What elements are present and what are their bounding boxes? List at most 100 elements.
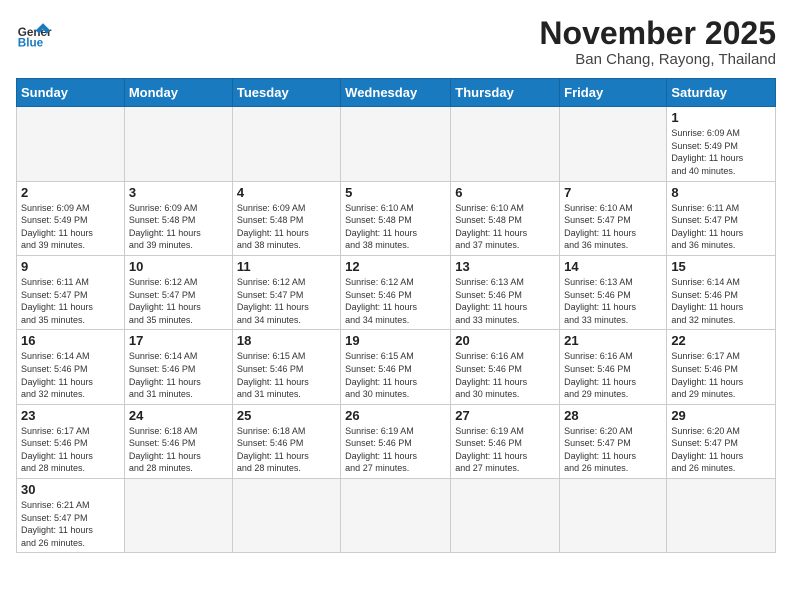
calendar-cell: 2 Sunrise: 6:09 AMSunset: 5:49 PMDaylight… bbox=[17, 181, 125, 255]
day-info: Sunrise: 6:18 AMSunset: 5:46 PMDaylight:… bbox=[129, 425, 228, 475]
day-info: Sunrise: 6:15 AMSunset: 5:46 PMDaylight:… bbox=[237, 350, 336, 400]
calendar-cell: 17 Sunrise: 6:14 AMSunset: 5:46 PMDayligh… bbox=[124, 330, 232, 404]
day-info: Sunrise: 6:13 AMSunset: 5:46 PMDaylight:… bbox=[564, 276, 662, 326]
svg-text:Blue: Blue bbox=[18, 37, 44, 50]
calendar-cell: 15Sunrise: 6:14 AMSunset: 5:46 PMDayligh… bbox=[667, 255, 776, 329]
weekday-header-sunday: Sunday bbox=[17, 79, 125, 107]
calendar-cell: 1 Sunrise: 6:09 AMSunset: 5:49 PMDaylight… bbox=[667, 107, 776, 181]
day-number: 4 bbox=[237, 185, 336, 200]
calendar-cell bbox=[667, 479, 776, 553]
calendar-cell: 14 Sunrise: 6:13 AMSunset: 5:46 PMDayligh… bbox=[560, 255, 667, 329]
weekday-header-row: SundayMondayTuesdayWednesdayThursdayFrid… bbox=[17, 79, 776, 107]
weekday-header-friday: Friday bbox=[560, 79, 667, 107]
calendar-cell: 25 Sunrise: 6:18 AMSunset: 5:46 PMDayligh… bbox=[232, 404, 340, 478]
calendar-cell bbox=[232, 479, 340, 553]
calendar-cell: 30 Sunrise: 6:21 AMSunset: 5:47 PMDayligh… bbox=[17, 479, 125, 553]
calendar-cell bbox=[124, 107, 232, 181]
calendar-cell: 16 Sunrise: 6:14 AMSunset: 5:46 PMDayligh… bbox=[17, 330, 125, 404]
day-info: Sunrise: 6:14 AMSunset: 5:46 PMDaylight:… bbox=[21, 350, 120, 400]
calendar-cell: 11Sunrise: 6:12 AMSunset: 5:47 PMDayligh… bbox=[232, 255, 340, 329]
day-number: 16 bbox=[21, 333, 120, 348]
day-number: 13 bbox=[455, 259, 555, 274]
day-info: Sunrise: 6:09 AMSunset: 5:49 PMDaylight:… bbox=[21, 202, 120, 252]
calendar-week-5: 23 Sunrise: 6:17 AMSunset: 5:46 PMDayligh… bbox=[17, 404, 776, 478]
calendar-cell: 5Sunrise: 6:10 AMSunset: 5:48 PMDaylight… bbox=[341, 181, 451, 255]
day-number: 21 bbox=[564, 333, 662, 348]
day-number: 23 bbox=[21, 408, 120, 423]
day-info: Sunrise: 6:10 AMSunset: 5:48 PMDaylight:… bbox=[455, 202, 555, 252]
calendar-cell: 21Sunrise: 6:16 AMSunset: 5:46 PMDayligh… bbox=[560, 330, 667, 404]
calendar-cell: 13 Sunrise: 6:13 AMSunset: 5:46 PMDayligh… bbox=[451, 255, 560, 329]
calendar-cell: 8 Sunrise: 6:11 AMSunset: 5:47 PMDaylight… bbox=[667, 181, 776, 255]
title-area: November 2025 Ban Chang, Rayong, Thailan… bbox=[539, 16, 776, 68]
day-number: 1 bbox=[671, 110, 771, 125]
calendar-cell: 29 Sunrise: 6:20 AMSunset: 5:47 PMDayligh… bbox=[667, 404, 776, 478]
day-number: 12 bbox=[345, 259, 446, 274]
day-info: Sunrise: 6:18 AMSunset: 5:46 PMDaylight:… bbox=[237, 425, 336, 475]
day-info: Sunrise: 6:12 AMSunset: 5:47 PMDaylight:… bbox=[237, 276, 336, 326]
calendar-cell: 18Sunrise: 6:15 AMSunset: 5:46 PMDayligh… bbox=[232, 330, 340, 404]
day-info: Sunrise: 6:14 AMSunset: 5:46 PMDaylight:… bbox=[129, 350, 228, 400]
day-info: Sunrise: 6:09 AMSunset: 5:48 PMDaylight:… bbox=[129, 202, 228, 252]
calendar-table: SundayMondayTuesdayWednesdayThursdayFrid… bbox=[16, 78, 776, 553]
day-info: Sunrise: 6:12 AMSunset: 5:46 PMDaylight:… bbox=[345, 276, 446, 326]
calendar-cell: 10Sunrise: 6:12 AMSunset: 5:47 PMDayligh… bbox=[124, 255, 232, 329]
day-number: 14 bbox=[564, 259, 662, 274]
calendar-week-1: 1 Sunrise: 6:09 AMSunset: 5:49 PMDaylight… bbox=[17, 107, 776, 181]
calendar-cell: 7Sunrise: 6:10 AMSunset: 5:47 PMDaylight… bbox=[560, 181, 667, 255]
day-number: 25 bbox=[237, 408, 336, 423]
day-number: 26 bbox=[345, 408, 446, 423]
day-number: 20 bbox=[455, 333, 555, 348]
day-info: Sunrise: 6:11 AMSunset: 5:47 PMDaylight:… bbox=[671, 202, 771, 252]
day-info: Sunrise: 6:09 AMSunset: 5:49 PMDaylight:… bbox=[671, 127, 771, 177]
calendar-week-6: 30 Sunrise: 6:21 AMSunset: 5:47 PMDayligh… bbox=[17, 479, 776, 553]
calendar-cell bbox=[341, 479, 451, 553]
day-number: 6 bbox=[455, 185, 555, 200]
day-info: Sunrise: 6:21 AMSunset: 5:47 PMDaylight:… bbox=[21, 499, 120, 549]
calendar-cell: 12 Sunrise: 6:12 AMSunset: 5:46 PMDayligh… bbox=[341, 255, 451, 329]
day-info: Sunrise: 6:20 AMSunset: 5:47 PMDaylight:… bbox=[671, 425, 771, 475]
day-info: Sunrise: 6:13 AMSunset: 5:46 PMDaylight:… bbox=[455, 276, 555, 326]
calendar-cell: 3 Sunrise: 6:09 AMSunset: 5:48 PMDaylight… bbox=[124, 181, 232, 255]
calendar-cell: 22Sunrise: 6:17 AMSunset: 5:46 PMDayligh… bbox=[667, 330, 776, 404]
calendar-cell: 6 Sunrise: 6:10 AMSunset: 5:48 PMDaylight… bbox=[451, 181, 560, 255]
calendar-week-4: 16 Sunrise: 6:14 AMSunset: 5:46 PMDayligh… bbox=[17, 330, 776, 404]
calendar-cell bbox=[451, 479, 560, 553]
calendar-cell: 28Sunrise: 6:20 AMSunset: 5:47 PMDayligh… bbox=[560, 404, 667, 478]
day-number: 30 bbox=[21, 482, 120, 497]
day-number: 5 bbox=[345, 185, 446, 200]
calendar-week-2: 2 Sunrise: 6:09 AMSunset: 5:49 PMDaylight… bbox=[17, 181, 776, 255]
calendar-cell: 26 Sunrise: 6:19 AMSunset: 5:46 PMDayligh… bbox=[341, 404, 451, 478]
day-number: 17 bbox=[129, 333, 228, 348]
day-info: Sunrise: 6:20 AMSunset: 5:47 PMDaylight:… bbox=[564, 425, 662, 475]
day-info: Sunrise: 6:17 AMSunset: 5:46 PMDaylight:… bbox=[21, 425, 120, 475]
calendar-cell bbox=[17, 107, 125, 181]
calendar-cell: 27Sunrise: 6:19 AMSunset: 5:46 PMDayligh… bbox=[451, 404, 560, 478]
day-info: Sunrise: 6:19 AMSunset: 5:46 PMDaylight:… bbox=[455, 425, 555, 475]
day-number: 8 bbox=[671, 185, 771, 200]
day-info: Sunrise: 6:15 AMSunset: 5:46 PMDaylight:… bbox=[345, 350, 446, 400]
calendar-cell bbox=[124, 479, 232, 553]
day-info: Sunrise: 6:14 AMSunset: 5:46 PMDaylight:… bbox=[671, 276, 771, 326]
location-title: Ban Chang, Rayong, Thailand bbox=[539, 51, 776, 68]
calendar-cell: 9Sunrise: 6:11 AMSunset: 5:47 PMDaylight… bbox=[17, 255, 125, 329]
day-number: 9 bbox=[21, 259, 120, 274]
day-info: Sunrise: 6:12 AMSunset: 5:47 PMDaylight:… bbox=[129, 276, 228, 326]
weekday-header-monday: Monday bbox=[124, 79, 232, 107]
day-number: 29 bbox=[671, 408, 771, 423]
day-info: Sunrise: 6:19 AMSunset: 5:46 PMDaylight:… bbox=[345, 425, 446, 475]
day-number: 3 bbox=[129, 185, 228, 200]
month-title: November 2025 bbox=[539, 16, 776, 51]
calendar-cell: 24 Sunrise: 6:18 AMSunset: 5:46 PMDayligh… bbox=[124, 404, 232, 478]
day-info: Sunrise: 6:10 AMSunset: 5:47 PMDaylight:… bbox=[564, 202, 662, 252]
weekday-header-saturday: Saturday bbox=[667, 79, 776, 107]
day-number: 22 bbox=[671, 333, 771, 348]
day-number: 24 bbox=[129, 408, 228, 423]
calendar-cell: 23 Sunrise: 6:17 AMSunset: 5:46 PMDayligh… bbox=[17, 404, 125, 478]
day-info: Sunrise: 6:09 AMSunset: 5:48 PMDaylight:… bbox=[237, 202, 336, 252]
page-header: General Blue November 2025 Ban Chang, Ra… bbox=[16, 16, 776, 68]
day-number: 2 bbox=[21, 185, 120, 200]
logo: General Blue bbox=[16, 16, 52, 52]
logo-icon: General Blue bbox=[16, 16, 52, 52]
calendar-cell: 19Sunrise: 6:15 AMSunset: 5:46 PMDayligh… bbox=[341, 330, 451, 404]
